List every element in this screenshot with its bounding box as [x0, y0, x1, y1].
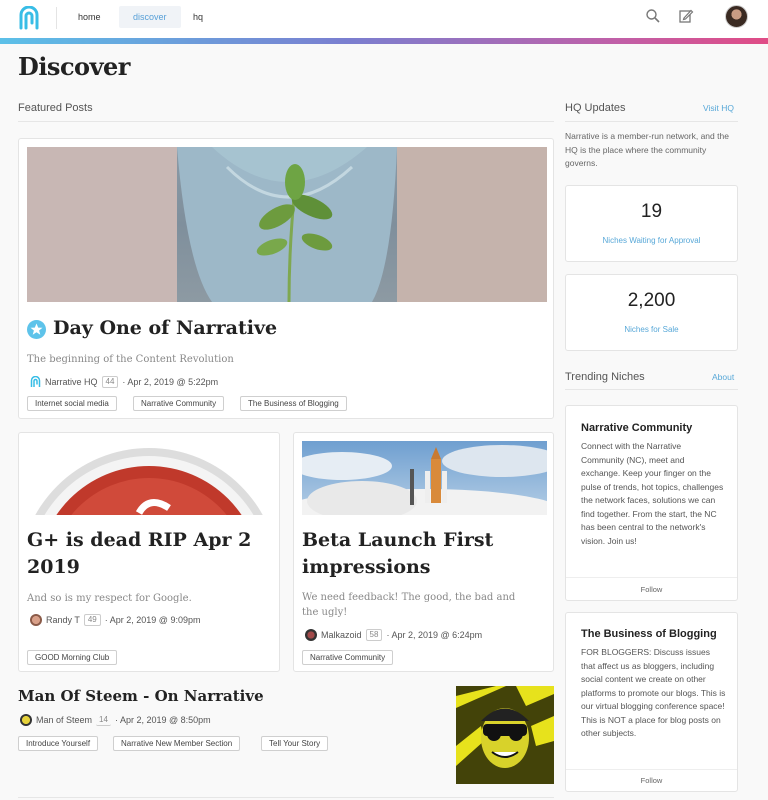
- author-name[interactable]: Randy T: [46, 615, 80, 625]
- list-divider: [18, 797, 554, 798]
- stat-label[interactable]: Niches for Sale: [566, 325, 737, 334]
- niche-card-business-of-blogging[interactable]: The Business of Blogging FOR BLOGGERS: D…: [565, 612, 738, 792]
- author-name[interactable]: Man of Steem: [36, 715, 92, 725]
- follow-divider: [566, 577, 737, 578]
- google-plus-image[interactable]: [27, 433, 271, 515]
- reputation-badge: 14: [96, 715, 111, 726]
- featured-left-title[interactable]: G+ is dead RIP Apr 2 2019: [27, 527, 257, 581]
- post-date: · Apr 2, 2019 @ 6:24pm: [386, 630, 483, 640]
- post-date: · Apr 2, 2019 @ 8:50pm: [114, 715, 211, 725]
- stat-card-waiting[interactable]: 19 Niches Waiting for Approval: [565, 185, 738, 262]
- tag-new-member-section[interactable]: Narrative New Member Section: [113, 736, 241, 751]
- search-icon[interactable]: [645, 8, 661, 24]
- tag-business-of-blogging[interactable]: The Business of Blogging: [240, 396, 347, 411]
- trending-niches-heading: Trending Niches: [565, 371, 645, 383]
- featured-main-card[interactable]: Day One of Narrative The beginning of th…: [18, 138, 554, 419]
- reputation-badge: 49: [83, 614, 101, 626]
- follow-button[interactable]: Follow: [566, 776, 737, 785]
- nav-discover[interactable]: discover: [119, 6, 181, 28]
- follow-button[interactable]: Follow: [566, 585, 737, 594]
- tag-internet-social-media[interactable]: Internet social media: [27, 396, 117, 411]
- author-name[interactable]: Malkazoid: [321, 630, 362, 640]
- stat-card-for-sale[interactable]: 2,200 Niches for Sale: [565, 274, 738, 351]
- post-date: · Apr 2, 2019 @ 9:09pm: [104, 615, 201, 625]
- niche-card-narrative-community[interactable]: Narrative Community Connect with the Nar…: [565, 405, 738, 601]
- featured-left-meta: Randy T 49 · Apr 2, 2019 @ 9:09pm: [30, 614, 200, 626]
- featured-posts-heading: Featured Posts: [18, 102, 93, 114]
- tag-narrative-community[interactable]: Narrative Community: [302, 650, 394, 665]
- list-post-meta: Man of Steem 14 · Apr 2, 2019 @ 8:50pm: [20, 714, 211, 726]
- stat-value: 19: [640, 201, 663, 222]
- stat-value: 2,200: [627, 290, 676, 311]
- narrative-hq-icon: [30, 376, 41, 387]
- author-avatar[interactable]: [20, 714, 32, 726]
- featured-right-card[interactable]: Beta Launch First impressions We need fe…: [293, 432, 554, 672]
- featured-right-subtitle: We need feedback! The good, the bad and …: [302, 592, 516, 618]
- nav-divider: [56, 7, 57, 29]
- featured-right-title[interactable]: Beta Launch First impressions: [302, 527, 537, 581]
- narrative-logo-icon[interactable]: [18, 6, 40, 30]
- about-link[interactable]: About: [712, 372, 734, 382]
- shuttle-launch-image[interactable]: [302, 441, 547, 515]
- post-date: · Apr 2, 2019 @ 5:22pm: [122, 377, 219, 387]
- man-of-steem-thumbnail[interactable]: [456, 686, 554, 784]
- tag-introduce-yourself[interactable]: Introduce Yourself: [18, 736, 99, 751]
- niche-description: FOR BLOGGERS: Discuss issues that affect…: [581, 647, 726, 738]
- niche-title[interactable]: The Business of Blogging: [581, 628, 717, 640]
- hq-updates-heading: HQ Updates: [565, 102, 626, 114]
- user-avatar[interactable]: [725, 5, 748, 28]
- hq-description: Narrative is a member-run network, and t…: [565, 131, 729, 168]
- featured-left-card[interactable]: G+ is dead RIP Apr 2 2019 And so is my r…: [18, 432, 280, 672]
- featured-main-meta: Narrative HQ 44 · Apr 2, 2019 @ 5:22pm: [30, 376, 218, 388]
- featured-main-title[interactable]: Day One of Narrative: [53, 317, 277, 339]
- featured-main-image[interactable]: [27, 147, 547, 302]
- tag-narrative-community[interactable]: Narrative Community: [133, 396, 225, 411]
- top-bar: home discover hq: [0, 0, 768, 38]
- follow-divider: [566, 769, 737, 770]
- featured-left-subtitle: And so is my respect for Google.: [27, 593, 192, 604]
- author-name[interactable]: Narrative HQ: [45, 377, 98, 387]
- tag-tell-your-story[interactable]: Tell Your Story: [261, 736, 329, 751]
- featured-right-meta: Malkazoid 58 · Apr 2, 2019 @ 6:24pm: [305, 629, 482, 641]
- featured-divider: [18, 121, 554, 122]
- compose-icon[interactable]: [678, 8, 694, 24]
- niche-description: Connect with the Narrative Community (NC…: [581, 441, 724, 546]
- featured-main-subtitle: The beginning of the Content Revolution: [27, 354, 234, 365]
- nav-home[interactable]: home: [64, 6, 115, 28]
- hq-divider: [565, 121, 738, 122]
- reputation-badge: 58: [365, 629, 383, 641]
- author-avatar[interactable]: [30, 614, 42, 626]
- visit-hq-link[interactable]: Visit HQ: [703, 103, 734, 113]
- reputation-badge: 44: [101, 376, 119, 388]
- niche-title[interactable]: Narrative Community: [581, 422, 692, 434]
- brand-gradient-bar: [0, 38, 768, 44]
- featured-star-icon: [27, 320, 46, 339]
- trending-divider: [565, 389, 738, 390]
- stat-label[interactable]: Niches Waiting for Approval: [566, 236, 737, 245]
- nav-hq[interactable]: hq: [179, 6, 217, 28]
- tag-good-morning-club[interactable]: GOOD Morning Club: [27, 650, 118, 665]
- page-title: Discover: [18, 52, 130, 81]
- author-avatar[interactable]: [305, 629, 317, 641]
- list-post-title[interactable]: Man Of Steem - On Narrative: [18, 687, 264, 705]
